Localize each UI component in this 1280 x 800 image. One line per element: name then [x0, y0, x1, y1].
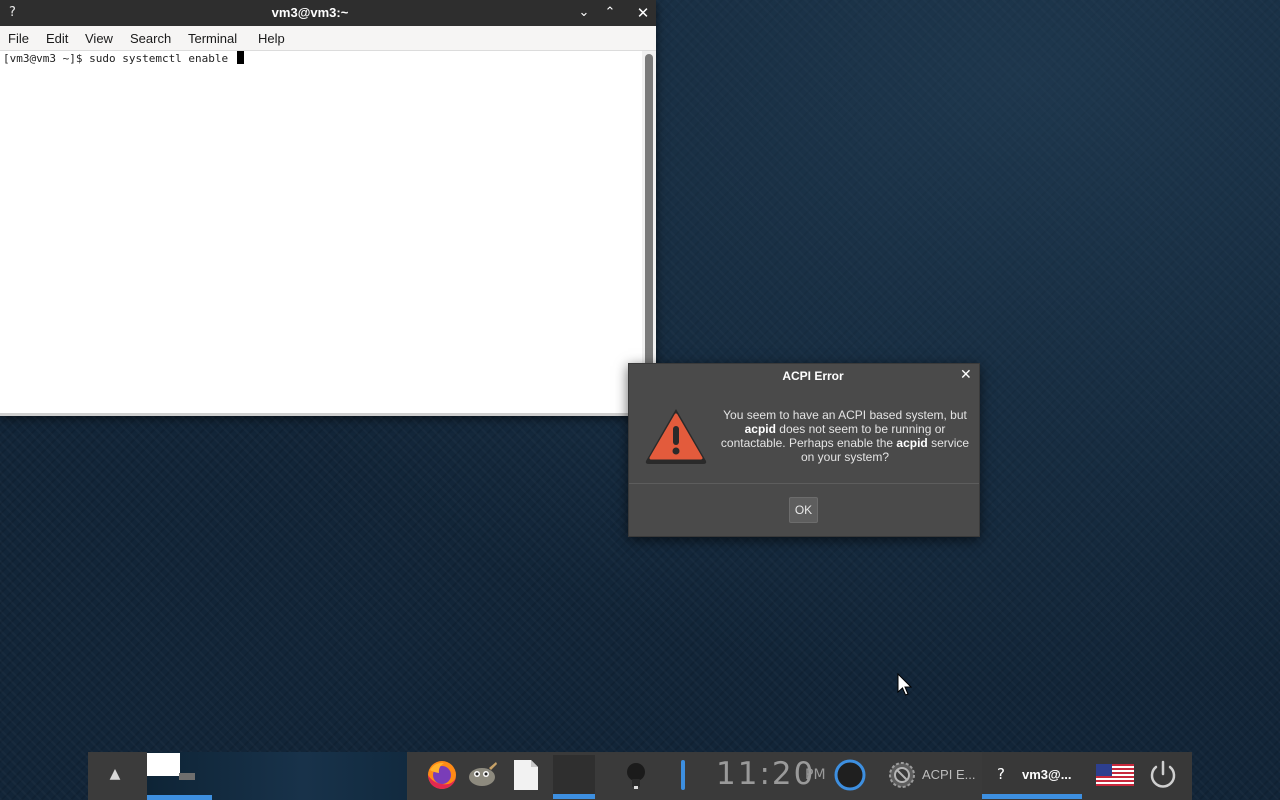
close-icon[interactable]: ✕ [634, 4, 652, 22]
prompt-text: [vm3@vm3 ~]$ sudo systemctl enable [3, 52, 235, 65]
text-cursor [236, 51, 244, 64]
msg-bold-acpid: acpid [896, 436, 928, 450]
files-icon[interactable] [509, 758, 543, 792]
us-flag-icon[interactable] [1096, 764, 1134, 786]
msg-part: You seem to have an ACPI based system, b… [723, 408, 967, 422]
menu-view[interactable]: View [85, 31, 113, 46]
dialog-close-icon[interactable]: ✕ [960, 367, 972, 383]
terminal-output[interactable]: [vm3@vm3 ~]$ sudo systemctl enable [0, 51, 642, 413]
menu-help[interactable]: Help [258, 31, 285, 46]
show-desktop-icon[interactable]: ▲ [106, 766, 124, 784]
ring-icon[interactable] [833, 758, 867, 792]
window-bottom-edge [0, 413, 656, 416]
clock-time[interactable]: 11:20 [716, 756, 815, 792]
gear-icon[interactable] [886, 758, 920, 792]
volume-icon[interactable] [681, 760, 685, 790]
warning-icon [645, 409, 707, 464]
workspace-active-indicator [147, 795, 212, 800]
mouse-pointer-icon [897, 673, 913, 696]
menu-terminal[interactable]: Terminal [188, 31, 237, 46]
menu-search[interactable]: Search [130, 31, 171, 46]
maximize-icon[interactable]: ⌃ [601, 4, 619, 22]
scrollbar-thumb[interactable] [645, 54, 653, 410]
terminal-titlebar[interactable]: ? vm3@vm3:~ ⌄ ⌃ ✕ [0, 0, 656, 26]
gimp-icon[interactable] [465, 758, 499, 792]
workspace-window-thumb [147, 753, 180, 776]
scrollbar[interactable] [642, 51, 656, 413]
clock-ampm: PM [805, 767, 826, 783]
menubar: File Edit View Search Terminal Help [0, 26, 656, 51]
menu-file[interactable]: File [8, 31, 29, 46]
power-icon[interactable] [1146, 758, 1180, 792]
dialog-separator [629, 483, 979, 484]
task-terminal[interactable]: vm3@... [1022, 767, 1072, 782]
bulb-icon[interactable] [621, 758, 655, 792]
msg-bold-acpid: acpid [744, 422, 776, 436]
task-terminal-icon: ? [997, 765, 1005, 783]
dialog-title: ACPI Error [782, 369, 844, 383]
menu-edit[interactable]: Edit [46, 31, 68, 46]
task-acpi-error[interactable]: ACPI E... [922, 767, 975, 782]
window-title: vm3@vm3:~ [271, 5, 349, 20]
prompt-line: [vm3@vm3 ~]$ sudo systemctl enable [3, 51, 244, 65]
workspace-window-thumb [179, 773, 195, 780]
task-active-indicator [982, 794, 1082, 799]
terminal-window: ? vm3@vm3:~ ⌄ ⌃ ✕ File Edit View Search … [0, 0, 656, 416]
firefox-icon[interactable] [425, 758, 459, 792]
task-slot-indicator [553, 794, 595, 799]
minimize-icon[interactable]: ⌄ [575, 4, 593, 22]
ok-button[interactable]: OK [789, 497, 818, 523]
dialog-message: You seem to have an ACPI based system, b… [719, 408, 971, 464]
acpi-error-dialog: ACPI Error ✕ You seem to have an ACPI ba… [628, 363, 980, 537]
task-slot[interactable] [553, 755, 595, 795]
